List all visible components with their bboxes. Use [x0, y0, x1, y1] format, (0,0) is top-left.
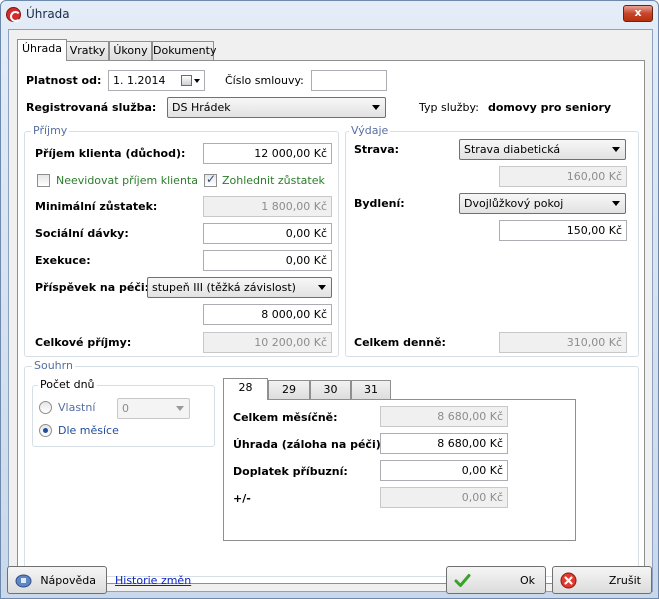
historie-zmen-link[interactable]: Historie změn: [115, 574, 191, 587]
typ-sluzby-label: Typ služby:: [419, 101, 479, 114]
bydleni-input[interactable]: 150,00 Kč: [499, 220, 627, 241]
mesicne-input: 8 680,00 Kč: [380, 406, 508, 427]
cislo-smlouvy-input[interactable]: [311, 70, 387, 91]
tab-day-29[interactable]: 29: [268, 380, 310, 400]
client-area: Úhrada Vratky Úkony Dokumenty Platnost o…: [8, 29, 653, 592]
tab-uhrada[interactable]: Úhrada: [17, 39, 67, 61]
mesicne-label: Celkem měsíčně:: [233, 411, 338, 424]
napoveda-label: Nápověda: [40, 574, 96, 587]
tab-dokumenty[interactable]: Dokumenty: [152, 41, 216, 61]
vlastni-select-value: 0: [122, 402, 129, 415]
minimalni-label: Minimální zůstatek:: [35, 200, 158, 213]
platnost-value: 1. 1.2014: [113, 74, 166, 87]
chevron-down-icon: [318, 285, 326, 290]
platnost-date-picker[interactable]: 1. 1.2014: [108, 70, 205, 91]
dle-mesice-label: Dle měsíce: [58, 424, 119, 437]
zrusit-button[interactable]: Zrušit: [552, 566, 652, 594]
prispevek-label: Příspěvek na péči:: [35, 281, 150, 294]
vlastni-select: 0: [117, 398, 190, 419]
chevron-down-icon: [372, 105, 380, 110]
chevron-down-icon: [176, 406, 184, 411]
exekuce-input[interactable]: 0,00 Kč: [203, 250, 332, 271]
sluzba-select[interactable]: DS Hrádek: [167, 97, 386, 118]
vydaje-legend: Výdaje: [349, 124, 391, 137]
prispevek-input[interactable]: 8 000,00 Kč: [203, 304, 332, 325]
chevron-down-icon: [612, 147, 620, 152]
bydleni-select[interactable]: Dvojlůžkový pokoj: [459, 193, 626, 214]
close-button[interactable]: x: [623, 5, 653, 22]
minimalni-input: 1 800,00 Kč: [203, 196, 332, 217]
prijmy-legend: Příjmy: [31, 124, 70, 137]
prispevek-select-value: stupeň III (těžká závislost): [152, 281, 296, 294]
chevron-down-icon[interactable]: [194, 79, 200, 83]
celkove-prijmy-input: 10 200,00 Kč: [203, 332, 332, 353]
bydleni-select-value: Dvojlůžkový pokoj: [464, 197, 564, 210]
vlastni-label: Vlastní: [58, 401, 96, 414]
title-bar[interactable]: Úhrada x: [1, 1, 658, 29]
tab-day-31[interactable]: 31: [351, 380, 391, 400]
neevidovat-label: Neevidovat příjem klienta: [56, 174, 198, 187]
tab-ukony[interactable]: Úkony: [109, 41, 152, 61]
typ-sluzby-value: domovy pro seniory: [488, 101, 612, 114]
plusminus-input: 0,00 Kč: [380, 487, 508, 508]
prispevek-select[interactable]: stupeň III (těžká závislost): [147, 277, 332, 298]
vlastni-radio[interactable]: [39, 401, 52, 414]
bydleni-label: Bydlení:: [354, 197, 405, 210]
ok-label: Ok: [519, 574, 535, 587]
celkem-denne-label: Celkem denně:: [354, 336, 446, 349]
uhrada-label: Úhrada (záloha na péči):: [233, 438, 386, 451]
sluzba-value: DS Hrádek: [172, 101, 231, 114]
prijem-input[interactable]: 12 000,00 Kč: [203, 143, 332, 164]
check-icon: [454, 574, 471, 587]
vydaje-group: [345, 131, 639, 357]
celkove-prijmy-label: Celkové příjmy:: [35, 336, 132, 349]
uhrada-tab-panel: Platnost od: 1. 1.2014 Číslo smlouvy: Re…: [17, 60, 645, 584]
prijem-label: Příjem klienta (důchod):: [35, 147, 186, 160]
doplatek-input[interactable]: 0,00 Kč: [380, 460, 508, 481]
doplatek-label: Doplatek příbuzní:: [233, 465, 348, 478]
help-icon: [15, 574, 32, 588]
sluzba-label: Registrovaná služba:: [26, 101, 157, 114]
napoveda-button[interactable]: Nápověda: [7, 566, 107, 594]
strava-input: 160,00 Kč: [499, 166, 627, 187]
cancel-icon: [560, 572, 577, 589]
pocet-dnu-legend: Počet dnů: [38, 378, 97, 391]
exekuce-label: Exekuce:: [35, 254, 91, 267]
window-title: Úhrada: [26, 7, 70, 21]
zrusit-label: Zrušit: [608, 574, 641, 587]
celkem-denne-input: 310,00 Kč: [499, 332, 627, 353]
chevron-down-icon: [612, 201, 620, 206]
zohlednit-label: Zohlednit zůstatek: [222, 174, 325, 187]
platnost-label: Platnost od:: [26, 74, 102, 87]
zohlednit-checkbox[interactable]: [204, 172, 217, 187]
app-icon: [6, 7, 21, 22]
socialni-label: Sociální dávky:: [35, 227, 129, 240]
tab-vratky[interactable]: Vratky: [66, 41, 109, 61]
souhrn-legend: Souhrn: [32, 359, 75, 372]
cislo-smlouvy-label: Číslo smlouvy:: [225, 74, 304, 87]
calendar-icon[interactable]: [181, 75, 192, 86]
dle-mesice-radio[interactable]: [39, 424, 52, 437]
strava-label: Strava:: [354, 143, 400, 156]
uhrada-input[interactable]: 8 680,00 Kč: [380, 433, 508, 454]
tab-day-30[interactable]: 30: [310, 380, 351, 400]
strava-select[interactable]: Strava diabetická: [459, 139, 626, 160]
dialog-window: Úhrada x Úhrada Vratky Úkony Dokumenty P…: [0, 0, 659, 599]
socialni-input[interactable]: 0,00 Kč: [203, 223, 332, 244]
tab-day-28[interactable]: 28: [223, 378, 268, 400]
strava-select-value: Strava diabetická: [464, 143, 561, 156]
neevidovat-checkbox[interactable]: [37, 174, 50, 187]
ok-button[interactable]: Ok: [446, 566, 546, 594]
plusminus-label: +/-: [233, 492, 251, 505]
